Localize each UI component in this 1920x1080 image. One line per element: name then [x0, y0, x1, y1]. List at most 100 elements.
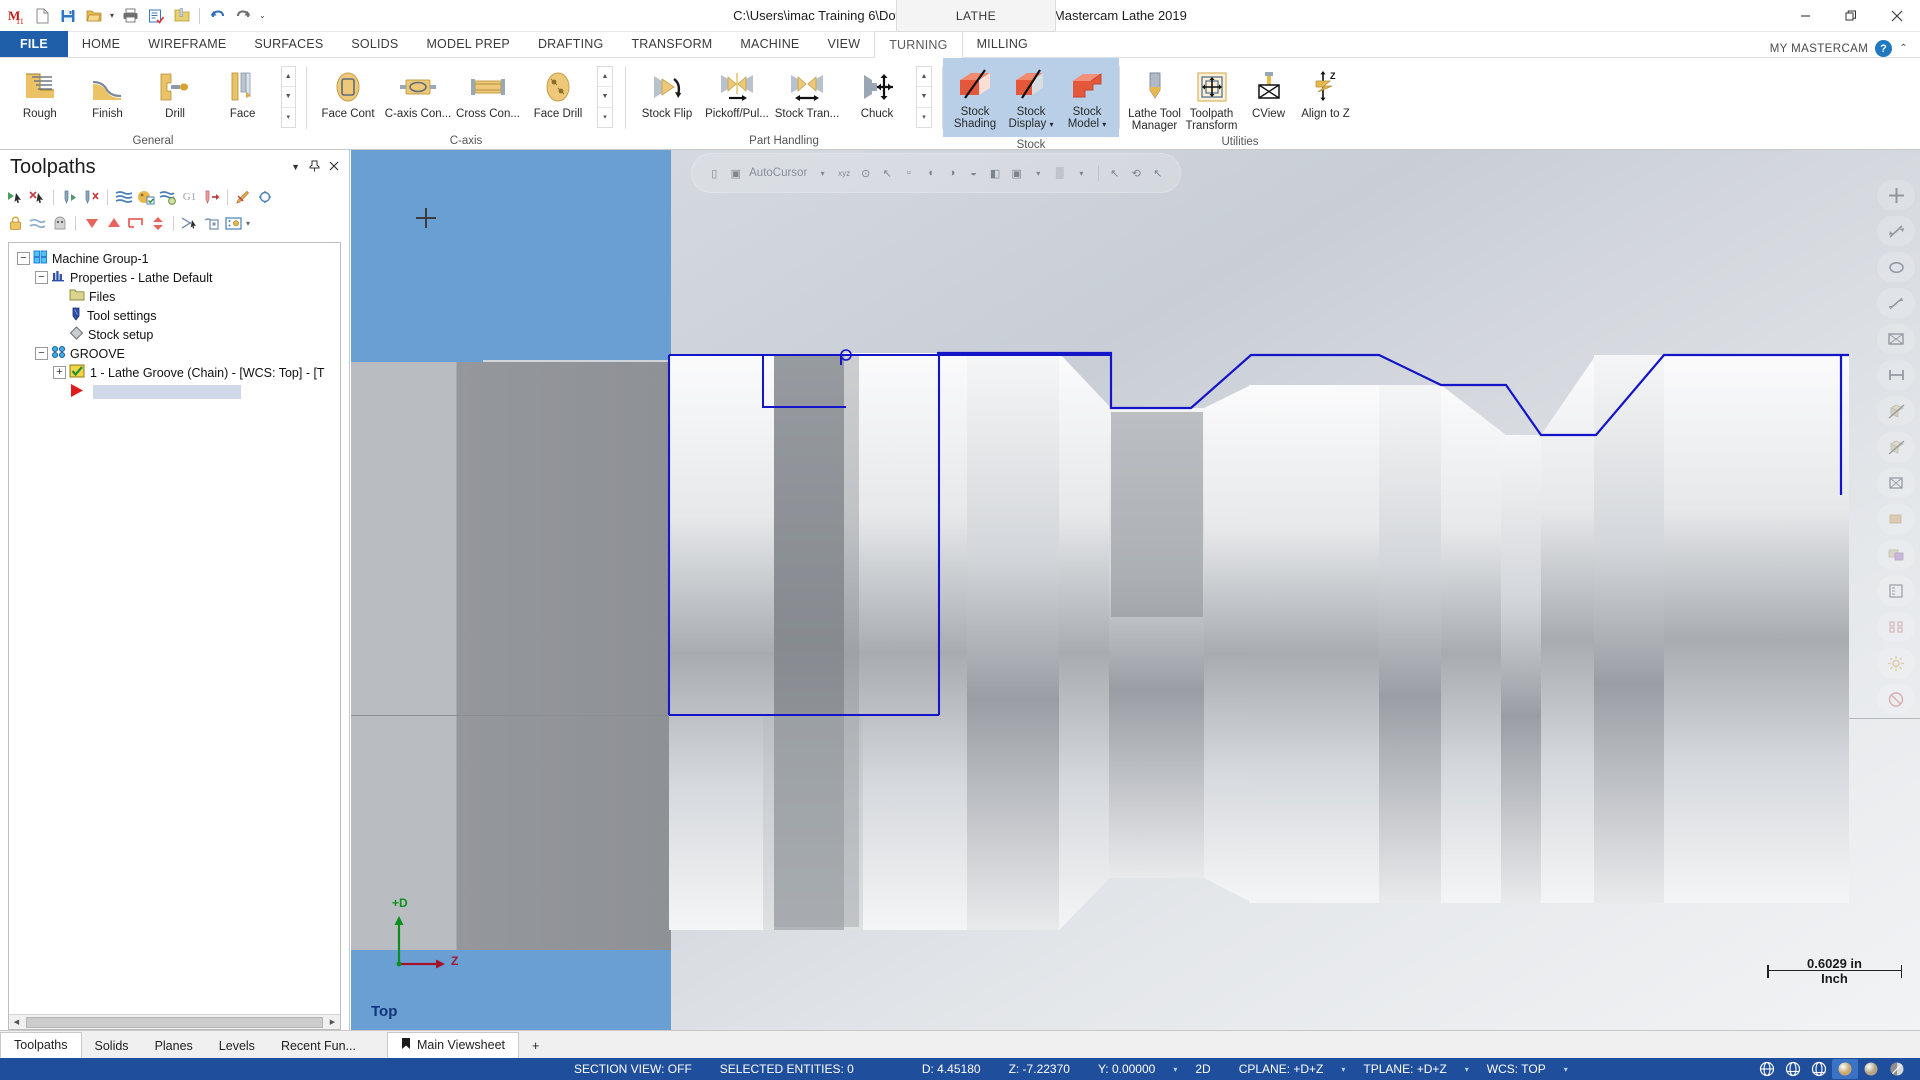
spline-view-icon[interactable]: [1877, 288, 1915, 318]
tree-node-groove-group[interactable]: − GROOVE: [15, 344, 340, 363]
tab-milling[interactable]: MILLING: [963, 31, 1042, 57]
stock-display-button[interactable]: Stock Display ▾: [1003, 62, 1059, 133]
gallery-scroll-up-icon[interactable]: ▲: [917, 67, 931, 88]
dimension-mode[interactable]: 2D: [1181, 1062, 1224, 1076]
list-view-icon[interactable]: [1877, 576, 1915, 606]
endpoint-snap-icon[interactable]: ◖: [922, 163, 939, 183]
flat-shaded-icon[interactable]: [1858, 1059, 1884, 1079]
grid-dropdown-icon[interactable]: ▾: [1073, 163, 1090, 183]
cross-cont-button[interactable]: Cross Con...: [453, 64, 523, 122]
tree-node-machine-group[interactable]: − Machine Group-1: [15, 249, 340, 268]
undo-icon[interactable]: [205, 4, 229, 28]
open-file-icon[interactable]: [82, 4, 106, 28]
tab-surfaces[interactable]: SURFACES: [240, 31, 337, 57]
stock-shading-button[interactable]: Stock Shading: [947, 62, 1003, 132]
zoom-window-icon[interactable]: [1877, 216, 1915, 246]
new-file-icon[interactable]: [30, 4, 54, 28]
wireframe-shade-icon[interactable]: [1877, 396, 1915, 426]
tree-node-insert-arrow[interactable]: [15, 382, 340, 401]
tab-view[interactable]: VIEW: [813, 31, 874, 57]
tab-home[interactable]: HOME: [68, 31, 134, 57]
zip-file-icon[interactable]: [170, 4, 194, 28]
tab-wireframe[interactable]: WIREFRAME: [134, 31, 240, 57]
material-shaded-icon[interactable]: [1884, 1059, 1910, 1079]
my-mastercam-label[interactable]: MY MASTERCAM: [1770, 43, 1869, 55]
center-snap-icon[interactable]: ◑: [944, 163, 961, 183]
help-icon[interactable]: ?: [1875, 40, 1893, 57]
toggle-display-icon[interactable]: [50, 214, 69, 233]
close-button[interactable]: [1874, 0, 1920, 32]
arrow-select-icon[interactable]: ↖: [879, 163, 896, 183]
regenerate-invalid-icon[interactable]: [82, 188, 101, 207]
face-drill-button[interactable]: Face Drill: [523, 64, 593, 122]
wcs-dropdown-icon[interactable]: ▾: [1560, 1065, 1572, 1074]
toolpath-transform-button[interactable]: Toolpath Transform: [1183, 64, 1240, 134]
tree-node-properties[interactable]: − Properties - Lathe Default: [15, 268, 340, 287]
fit-to-screen-icon[interactable]: [1877, 180, 1915, 210]
rotate-view-icon[interactable]: ⟲: [1128, 163, 1145, 183]
c-axis-cont-button[interactable]: C-axis Con...: [383, 64, 453, 122]
section-view-status[interactable]: SECTION VIEW: OFF: [560, 1062, 706, 1076]
high-speed-icon[interactable]: [202, 188, 221, 207]
gallery-expand-icon[interactable]: ▾: [917, 108, 931, 127]
autocursor-lock-icon[interactable]: ▯: [706, 163, 723, 183]
panel-tab-planes[interactable]: Planes: [142, 1034, 206, 1058]
shaded-wireframe-icon[interactable]: [1806, 1059, 1832, 1079]
align-to-z-button[interactable]: Z Align to Z: [1297, 64, 1354, 122]
tree-node-files[interactable]: Files: [15, 287, 340, 306]
tab-machine[interactable]: MACHINE: [726, 31, 813, 57]
collapse-ribbon-icon[interactable]: ⌃: [1899, 43, 1908, 54]
wcs-selector[interactable]: WCS: TOP: [1473, 1062, 1560, 1076]
midpoint-snap-icon[interactable]: ▫: [901, 163, 918, 183]
coordinate-dropdown-icon[interactable]: ▾: [1169, 1065, 1181, 1074]
maximize-button[interactable]: [1828, 0, 1874, 32]
tab-drafting[interactable]: DRAFTING: [524, 31, 618, 57]
blank-entity-icon[interactable]: [1877, 684, 1915, 714]
tab-turning[interactable]: TURNING: [874, 31, 963, 58]
tree-node-tool-settings[interactable]: Tool settings: [15, 306, 340, 325]
settings-gear-icon[interactable]: [1877, 648, 1915, 678]
verify-toolpath-icon[interactable]: [136, 188, 155, 207]
customize-qat-icon[interactable]: ⌄: [257, 11, 268, 20]
tplane-dropdown-icon[interactable]: ▾: [1461, 1065, 1473, 1074]
edit-toolpath-icon[interactable]: [234, 188, 253, 207]
part-handling-gallery-scroll[interactable]: ▲ ▼ ▾: [916, 66, 932, 128]
chuck-button[interactable]: Chuck: [842, 64, 912, 122]
face-button[interactable]: Face: [209, 64, 277, 122]
redo-icon[interactable]: [231, 4, 255, 28]
tree-horizontal-scrollbar[interactable]: ◀ ▶: [9, 1014, 340, 1029]
intersection-snap-icon[interactable]: ◧: [987, 163, 1004, 183]
mastercam-logo-icon[interactable]: M 11: [4, 4, 28, 28]
face-cont-button[interactable]: Face Cont: [313, 64, 383, 122]
save-icon[interactable]: [56, 4, 80, 28]
zoom-circle-icon[interactable]: [1877, 252, 1915, 282]
panel-tab-recent-functions[interactable]: Recent Fun...: [268, 1034, 369, 1058]
gallery-scroll-up-icon[interactable]: ▲: [598, 67, 612, 88]
cplane-dropdown-icon[interactable]: ▾: [1337, 1065, 1349, 1074]
toolpath-filter-icon[interactable]: [180, 214, 199, 233]
panel-tab-levels[interactable]: Levels: [206, 1034, 268, 1058]
expand-collapse-icon[interactable]: [148, 214, 167, 233]
new-group-icon[interactable]: [126, 214, 145, 233]
expander-properties[interactable]: −: [35, 271, 48, 284]
panel-close-icon[interactable]: [329, 161, 339, 174]
panel-tab-toolpaths[interactable]: Toolpaths: [0, 1032, 82, 1058]
autocursor-snap-icon[interactable]: ▣: [728, 163, 745, 183]
scroll-thumb[interactable]: [26, 1016, 323, 1028]
tab-transform[interactable]: TRANSFORM: [617, 31, 726, 57]
dimension-view-icon[interactable]: [1877, 360, 1915, 390]
deselect-all-toolpaths-icon[interactable]: [28, 188, 47, 207]
pickoff-pull-button[interactable]: Pickoff/Pul...: [702, 64, 772, 122]
caxis-gallery-scroll[interactable]: ▲ ▼ ▾: [597, 66, 613, 128]
cview-button[interactable]: CView: [1240, 64, 1297, 122]
gallery-expand-icon[interactable]: ▾: [282, 108, 296, 127]
origin-snap-icon[interactable]: ⊙: [857, 163, 874, 183]
snap-dropdown-icon[interactable]: ▾: [1030, 163, 1047, 183]
minimize-button[interactable]: [1782, 0, 1828, 32]
grid-snap-icon[interactable]: ▒: [1051, 163, 1068, 183]
open-file-dropdown-icon[interactable]: ▾: [108, 11, 116, 20]
rough-button[interactable]: Rough: [6, 64, 74, 122]
panel-tab-solids[interactable]: Solids: [82, 1034, 142, 1058]
save-as-icon[interactable]: [144, 4, 168, 28]
autocursor-toolbar[interactable]: ▯ ▣ AutoCursor ▾ xyz ⊙ ↖ ▫ ◖ ◑ ◒ ◧ ▣ ▾ ▒…: [691, 153, 1181, 193]
